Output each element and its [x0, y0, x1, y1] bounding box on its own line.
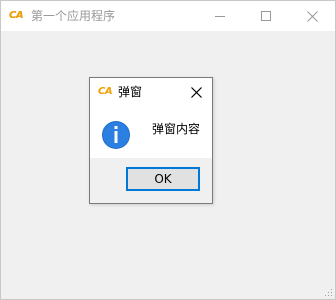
dialog-body: 弹窗内容 — [90, 106, 212, 158]
info-icon — [102, 121, 130, 149]
maximize-icon — [261, 11, 271, 21]
dialog-message: 弹窗内容 — [152, 122, 201, 136]
resize-grip-icon[interactable] — [323, 287, 333, 297]
ok-button[interactable]: OK — [126, 167, 200, 191]
close-icon — [190, 86, 202, 98]
minimize-button[interactable] — [197, 1, 243, 31]
maximize-button[interactable] — [243, 1, 289, 31]
close-icon — [306, 10, 318, 22]
dialog-titlebar[interactable]: CA 弹窗 — [90, 78, 212, 106]
dialog-footer: OK — [90, 158, 212, 203]
minimize-icon — [215, 16, 225, 17]
close-button[interactable] — [289, 1, 335, 31]
window-title: 第一个应用程序 — [31, 9, 116, 23]
app-icon: CA — [9, 10, 24, 21]
dialog-title: 弹窗 — [118, 85, 143, 99]
dialog-app-icon: CA — [98, 86, 113, 97]
message-dialog: CA 弹窗 弹窗内容 OK — [89, 77, 213, 204]
dialog-close-button[interactable] — [186, 82, 206, 102]
window-titlebar[interactable]: CA 第一个应用程序 — [1, 1, 335, 31]
